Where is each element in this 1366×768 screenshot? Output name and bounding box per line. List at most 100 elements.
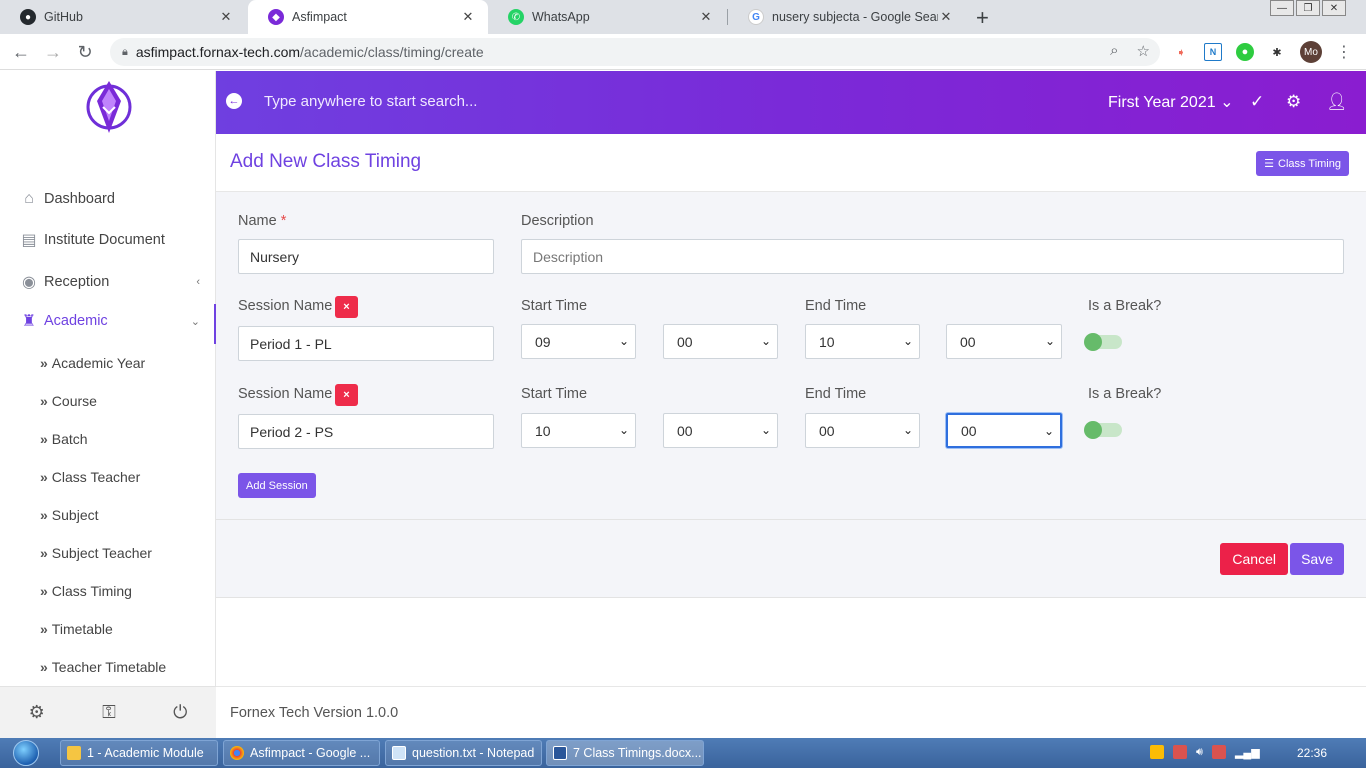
settings-gears-icon[interactable]: ⚙ xyxy=(29,702,45,723)
chevron-down-icon: ⌄ xyxy=(190,315,200,328)
end-hour-select[interactable]: 00 ⌄ xyxy=(805,413,920,448)
remove-session-button[interactable]: × xyxy=(335,384,358,406)
tab-title: nusery subjecta - Google Search xyxy=(772,10,938,24)
close-icon[interactable]: ✕ xyxy=(938,9,954,25)
global-search-input[interactable]: Type anywhere to start search... xyxy=(264,93,477,110)
taskbar-item-label: 1 - Academic Module xyxy=(87,746,204,760)
description-input[interactable]: Description xyxy=(521,239,1344,274)
class-timing-form: Name * Nursery Description Description S… xyxy=(216,192,1366,520)
taskbar-item-word[interactable]: 7 Class Timings.docx... xyxy=(546,740,704,766)
end-minute-select[interactable]: 00 ⌄ xyxy=(946,324,1062,359)
chevron-down-icon: ⌄ xyxy=(618,334,629,348)
sidebar-subitem-timetable[interactable]: » Timetable xyxy=(40,614,113,644)
name-input[interactable]: Nursery xyxy=(238,239,494,274)
url-omnibox[interactable]: 🔒︎ asfimpact.fornax-tech.com/academic/cl… xyxy=(110,38,1160,66)
back-circle-icon[interactable]: ← xyxy=(226,93,242,109)
menu-dots-icon[interactable]: ⋮ xyxy=(1336,42,1352,62)
power-icon[interactable]: ⏻ xyxy=(173,702,187,723)
start-button[interactable] xyxy=(8,738,44,768)
session-name-input[interactable]: Period 2 - PS xyxy=(238,414,494,449)
list-icon: ☰ xyxy=(1264,158,1275,170)
drive-icon[interactable] xyxy=(1150,745,1164,759)
extension-icons: ➧ N ● ✱ Mo ⋮ xyxy=(1172,41,1352,63)
cancel-button[interactable]: Cancel xyxy=(1220,543,1288,575)
is-break-toggle[interactable] xyxy=(1084,421,1122,439)
description-label: Description xyxy=(521,213,594,229)
add-session-button[interactable]: Add Session xyxy=(238,473,316,498)
sidebar-subitem-subject[interactable]: » Subject xyxy=(40,500,99,530)
end-hour-select[interactable]: 10 ⌄ xyxy=(805,324,920,359)
back-arrow-icon[interactable]: ← xyxy=(10,42,32,63)
tab-github[interactable]: ● GitHub ✕ xyxy=(0,0,246,34)
taskbar-item-label: 7 Class Timings.docx... xyxy=(573,746,702,760)
maximize-icon[interactable]: ❐ xyxy=(1296,0,1320,16)
new-tab-button[interactable]: + xyxy=(976,5,989,31)
start-hour-value: 10 xyxy=(535,422,551,439)
sidebar-item-dashboard[interactable]: ⌂ Dashboard xyxy=(0,182,216,216)
user-icon[interactable]: 👤︎ xyxy=(1326,92,1348,112)
close-window-icon[interactable]: ✕ xyxy=(1322,0,1346,16)
extension-icon[interactable]: ➧ xyxy=(1172,43,1190,61)
close-icon[interactable]: ✕ xyxy=(698,9,714,25)
flag-alert-icon[interactable] xyxy=(1211,745,1226,759)
zoom-icon[interactable]: ⌕ xyxy=(1110,42,1118,60)
start-hour-select[interactable]: 10 ⌄ xyxy=(521,413,636,448)
extension-icon[interactable]: ● xyxy=(1236,43,1254,61)
sidebar-subitem-teacher-timetable[interactable]: » Teacher Timetable xyxy=(40,652,166,682)
sidebar-subitem-course[interactable]: » Course xyxy=(40,386,97,416)
settings-gears-icon[interactable]: ⚙ xyxy=(1286,92,1301,112)
signal-icon[interactable]: ▂▄▆ xyxy=(1235,746,1260,759)
tab-asfimpact[interactable]: ◆ Asfimpact ✕ xyxy=(248,0,488,34)
chevron-down-icon: ⌄ xyxy=(1044,334,1055,348)
page-title: Add New Class Timing xyxy=(230,151,422,172)
check-circle-icon[interactable]: ✓ xyxy=(1250,92,1264,112)
double-chevron-icon: » xyxy=(40,469,48,485)
sidebar-subitem-class-teacher[interactable]: » Class Teacher xyxy=(40,462,140,492)
profile-avatar[interactable]: Mo xyxy=(1300,41,1322,63)
sidebar-subitem-batch[interactable]: » Batch xyxy=(40,424,88,454)
close-icon[interactable]: ✕ xyxy=(460,9,476,25)
volume-icon[interactable]: 🔊︎ xyxy=(1196,746,1203,759)
class-timing-list-button[interactable]: ☰ Class Timing xyxy=(1256,151,1349,176)
sidebar-item-institute-document[interactable]: ▤ Institute Document xyxy=(0,223,216,257)
sidebar-item-label: Institute Document xyxy=(44,232,165,248)
form-actions: Cancel Save xyxy=(216,520,1366,598)
sidebar-subitem-class-timing[interactable]: » Class Timing xyxy=(40,576,132,606)
forward-arrow-icon[interactable]: → xyxy=(42,42,64,63)
remove-session-button[interactable]: × xyxy=(335,296,358,318)
taskbar-item-notepad[interactable]: question.txt - Notepad xyxy=(385,740,542,766)
start-hour-select[interactable]: 09 ⌄ xyxy=(521,324,636,359)
key-icon[interactable]: ⚿ xyxy=(102,702,116,723)
end-minute-select[interactable]: 00 ⌄ xyxy=(946,413,1062,448)
start-minute-select[interactable]: 00 ⌄ xyxy=(663,413,778,448)
url-host: asfimpact.fornax-tech.com xyxy=(135,44,301,60)
academic-year-dropdown[interactable]: First Year 2021 ⌄ xyxy=(1108,92,1233,112)
sidebar-item-reception[interactable]: ◉ Reception ‹ xyxy=(0,265,216,299)
tab-whatsapp[interactable]: ✆ WhatsApp ✕ xyxy=(488,0,726,34)
is-break-toggle[interactable] xyxy=(1084,333,1122,351)
class-timing-list-label: Class Timing xyxy=(1278,157,1341,170)
chevron-down-icon: ⌄ xyxy=(902,423,913,437)
close-icon[interactable]: ✕ xyxy=(218,9,234,25)
url-path: /academic/class/timing/create xyxy=(300,44,484,60)
taskbar-item-chrome[interactable]: Asfimpact - Google ... xyxy=(223,740,380,766)
sidebar-subitem-label: Academic Year xyxy=(51,355,146,371)
sidebar-item-academic[interactable]: ♜ Academic ⌄ xyxy=(0,304,216,344)
sidebar-subitem-academic-year[interactable]: » Academic Year xyxy=(40,348,145,378)
double-chevron-icon: » xyxy=(40,355,48,371)
tab-google-search[interactable]: G nusery subjecta - Google Search ✕ xyxy=(728,0,966,34)
tab-title: WhatsApp xyxy=(532,10,590,24)
network-error-icon[interactable] xyxy=(1173,745,1187,759)
session-name-input[interactable]: Period 1 - PL xyxy=(238,326,494,361)
minimize-icon[interactable]: — xyxy=(1270,0,1294,16)
reload-icon[interactable]: ↻ xyxy=(74,42,96,63)
start-minute-value: 00 xyxy=(677,333,693,350)
extension-icon[interactable]: N xyxy=(1204,43,1222,61)
sidebar-subitem-subject-teacher[interactable]: » Subject Teacher xyxy=(40,538,152,568)
save-button[interactable]: Save xyxy=(1290,543,1344,575)
bookmark-star-icon[interactable]: ☆ xyxy=(1137,42,1150,60)
sidebar-subitem-label: Class Timing xyxy=(51,583,132,599)
start-minute-select[interactable]: 00 ⌄ xyxy=(663,324,778,359)
taskbar-item-explorer[interactable]: 1 - Academic Module xyxy=(60,740,218,766)
puzzle-icon[interactable]: ✱ xyxy=(1268,43,1286,61)
